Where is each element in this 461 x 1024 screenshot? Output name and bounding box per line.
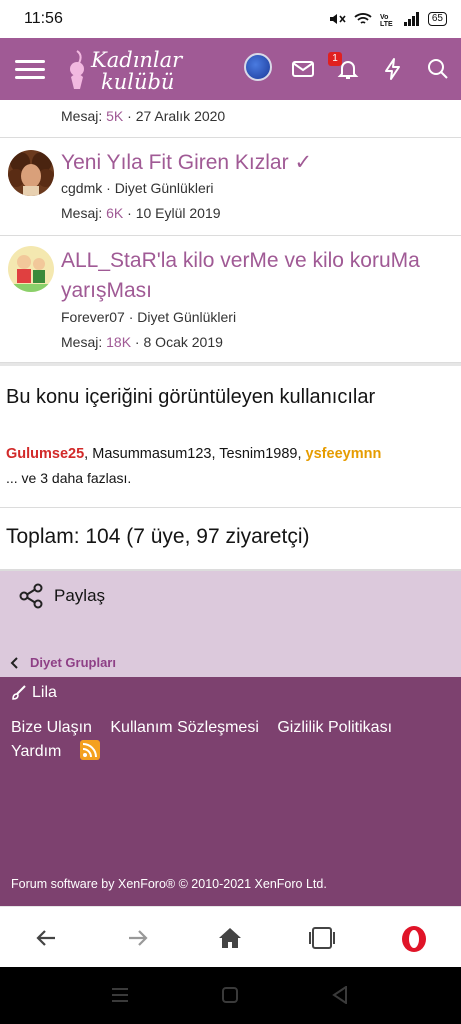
viewer-user[interactable]: Masummasum123: [92, 446, 211, 462]
thread-meta: Mesaj: 18K · 8 Ocak 2019: [61, 334, 223, 350]
thread-item[interactable]: ALL_StaR'la kilo verMe ve kilo koruMa ya…: [0, 236, 461, 363]
browser-toolbar: [0, 906, 461, 967]
footer-link-terms[interactable]: Kullanım Sözleşmesi: [110, 716, 259, 740]
thread-byline: cgdmk · Diyet Günlükleri: [61, 180, 214, 196]
forward-arrow-icon[interactable]: [125, 925, 151, 951]
thread-meta: Mesaj: 5K · 27 Aralık 2020: [61, 108, 226, 124]
tabs-icon[interactable]: [308, 925, 336, 951]
footer-links: Bize Ulaşın Kullanım Sözleşmesi Gizlilik…: [11, 716, 451, 764]
paintbrush-icon: [12, 685, 26, 700]
rss-icon[interactable]: [79, 739, 100, 760]
mute-icon: [329, 14, 346, 24]
thread-date: 8 Ocak 2019: [143, 334, 223, 350]
share-label: Paylaş: [54, 586, 106, 605]
viewer-user[interactable]: Tesnim1989: [219, 446, 297, 462]
thread-title[interactable]: ALL_StaR'la kilo verMe ve kilo koruMa ya…: [61, 246, 441, 306]
volte-icon: VoLTE: [380, 14, 393, 26]
logo-text-1: Kadınlar: [90, 48, 184, 72]
style-chooser[interactable]: Lila: [11, 684, 57, 702]
online-total: Toplam: 104 (7 üye, 97 ziyaretçi): [6, 525, 310, 548]
mail-icon[interactable]: [291, 57, 315, 81]
logo-icon: Kadınlar kulübü: [70, 48, 184, 94]
footer-link-privacy[interactable]: Gizlilik Politikası: [277, 716, 392, 740]
checkmark-icon: ✓: [294, 151, 313, 174]
chevron-left-icon: [10, 656, 18, 669]
home-button-icon[interactable]: [222, 987, 238, 1003]
reply-count[interactable]: 5K: [106, 108, 123, 124]
status-icons: Vo LTE 65: [328, 12, 447, 26]
thread-byline: Forever07 · Diyet Günlükleri: [61, 309, 237, 325]
viewers-more: ... ve 3 daha fazlası.: [6, 470, 132, 486]
thread-item[interactable]: Yeni Yıla Fit Giren Kızlar ✓ cgdmk · Diy…: [0, 138, 461, 236]
thread-date: 10 Eylül 2019: [135, 205, 221, 221]
breadcrumb[interactable]: Diyet Grupları: [10, 655, 116, 670]
search-icon[interactable]: [426, 57, 450, 81]
thread-date: 27 Aralık 2020: [135, 108, 226, 124]
breadcrumb-link[interactable]: Diyet Grupları: [30, 655, 116, 670]
thread-meta: Mesaj: 6K · 10 Eylül 2019: [61, 205, 221, 221]
site-footer: Lila Bize Ulaşın Kullanım Sözleşmesi Giz…: [0, 677, 461, 906]
status-time: 11:56: [24, 10, 63, 27]
account-avatar[interactable]: [244, 53, 272, 81]
copyright: Forum software by XenForo® © 2010-2021 X…: [11, 877, 327, 891]
thread-title[interactable]: Yeni Yıla Fit Giren Kızlar ✓: [61, 148, 441, 178]
viewers-list: Gulumse25, Masummasum123, Tesnim1989, ys…: [6, 446, 382, 462]
thread-author[interactable]: cgdmk: [61, 180, 102, 196]
thread-forum[interactable]: Diyet Günlükleri: [115, 180, 214, 196]
opera-menu-icon[interactable]: [400, 925, 428, 953]
curly-hair-avatar[interactable]: [8, 150, 54, 196]
viewers-block: Bu konu içeriğini görüntüleyen kullanıcı…: [0, 368, 461, 508]
reply-count[interactable]: 6K: [106, 205, 123, 221]
back-arrow-icon[interactable]: [33, 925, 59, 951]
share-icon: [19, 583, 43, 609]
viewer-user[interactable]: Gulumse25: [6, 446, 84, 462]
site-logo[interactable]: Kadınlar kulübü: [67, 43, 197, 95]
thread-author[interactable]: Forever07: [61, 309, 125, 325]
viewer-user[interactable]: ysfeeymnn: [306, 446, 382, 462]
home-icon[interactable]: [217, 925, 243, 951]
footer-link-help[interactable]: Yardım: [11, 740, 61, 764]
status-bar: 11:56 Vo LTE 65: [0, 0, 461, 38]
divider: [0, 363, 461, 366]
notification-badge: 1: [328, 52, 342, 66]
thread-item[interactable]: Mesaj: 5K · 27 Aralık 2020: [0, 100, 461, 138]
logo-text-2: kulübü: [101, 70, 174, 94]
signal-icon: [403, 12, 419, 26]
site-header: Kadınlar kulübü 1: [0, 38, 461, 100]
reply-count[interactable]: 18K: [106, 334, 131, 350]
share-button[interactable]: Paylaş: [18, 583, 105, 609]
style-name: Lila: [32, 684, 57, 701]
battery-indicator: 65: [427, 12, 447, 26]
viewers-title: Bu konu içeriğini görüntüleyen kullanıcı…: [6, 386, 376, 408]
back-button-icon[interactable]: [332, 986, 348, 1004]
lightning-icon[interactable]: [381, 57, 405, 81]
share-area: Paylaş Diyet Grupları: [0, 571, 461, 677]
footer-link-contact[interactable]: Bize Ulaşın: [11, 716, 92, 740]
recents-icon[interactable]: [111, 987, 129, 1003]
menu-icon[interactable]: [15, 55, 45, 84]
cartoon-avatar[interactable]: [8, 246, 54, 292]
thread-forum[interactable]: Diyet Günlükleri: [137, 309, 236, 325]
system-navigation: [0, 967, 461, 1024]
wifi-icon: [354, 13, 372, 24]
svg-text:Vo: Vo: [380, 14, 388, 21]
svg-text:LTE: LTE: [380, 21, 393, 26]
